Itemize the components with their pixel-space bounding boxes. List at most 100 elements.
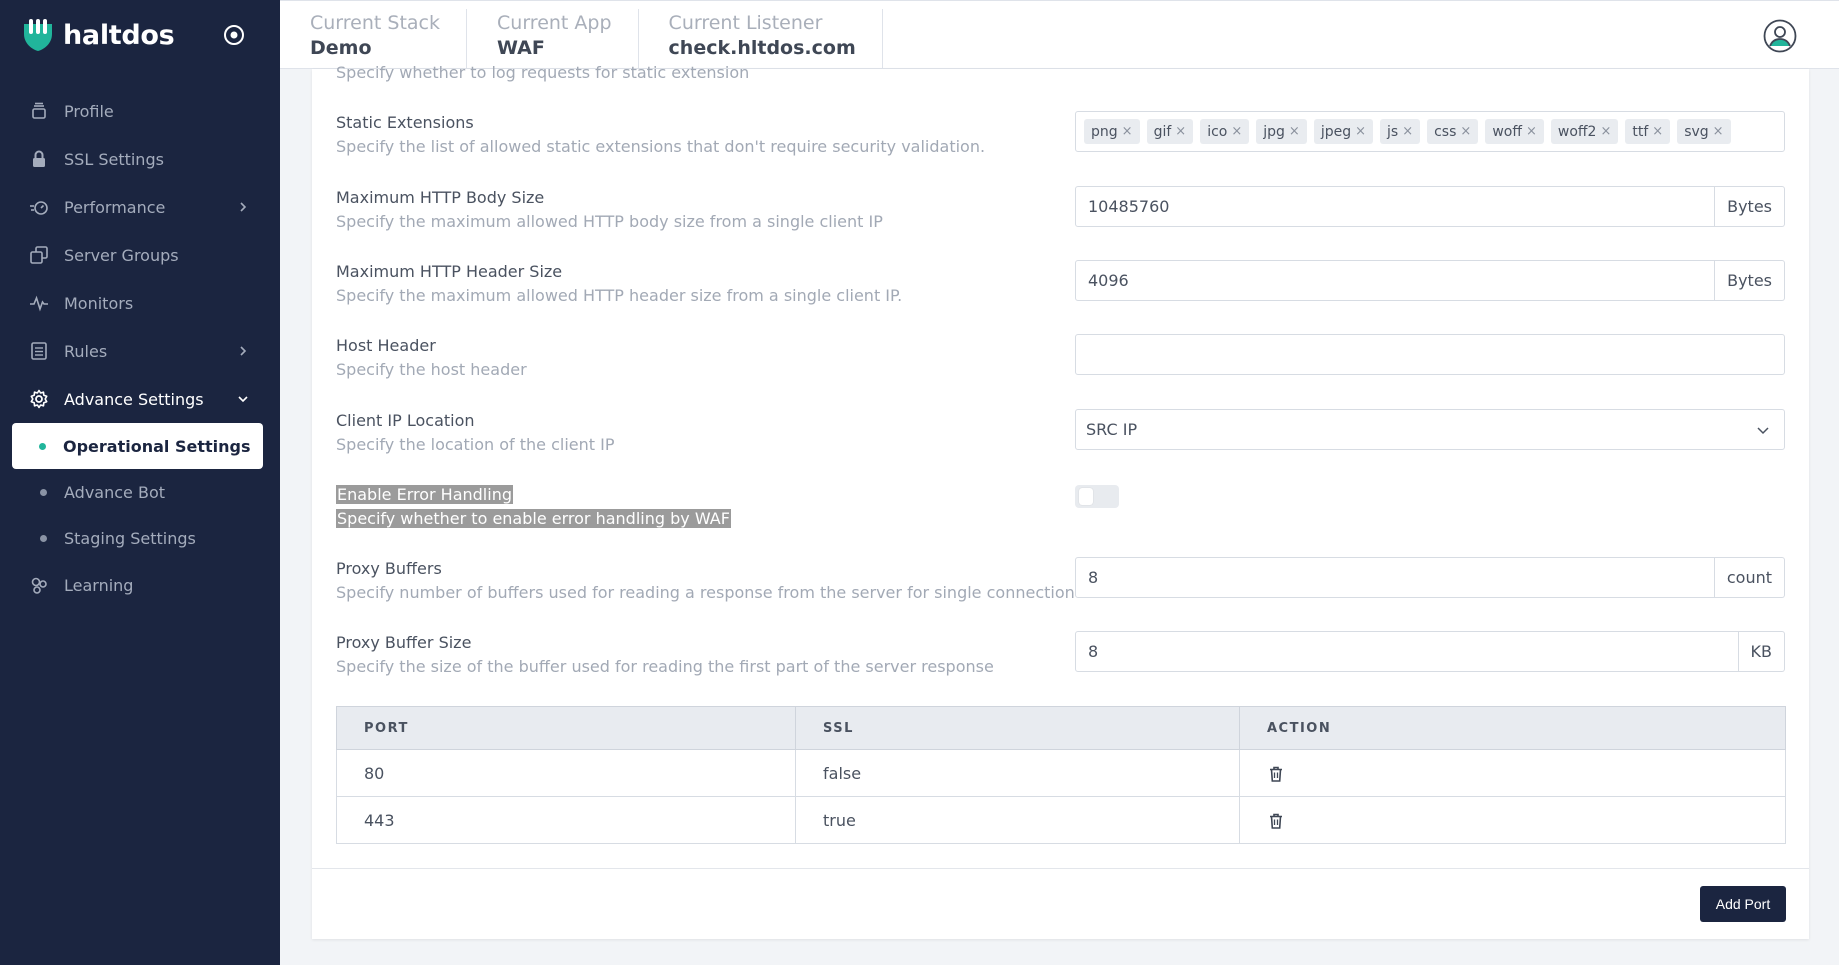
proxy-buffers-group: 8 count xyxy=(1075,557,1785,598)
tag-label: svg xyxy=(1684,123,1709,140)
static-extensions-tags[interactable]: png × gif × ico × jpg × jpeg × js × css × woff × woff2 × t… xyxy=(1075,111,1785,152)
chevron-right-icon xyxy=(240,202,247,212)
unit-addon: Bytes xyxy=(1715,260,1785,301)
chevron-down-icon xyxy=(238,396,248,403)
extension-tag[interactable]: woff × xyxy=(1485,119,1544,144)
footer-divider xyxy=(312,868,1809,869)
client-ip-select[interactable]: SRC IP xyxy=(1075,409,1785,450)
remove-tag-icon[interactable]: × xyxy=(1175,124,1186,139)
rules-list-icon xyxy=(29,341,49,361)
ports-table: PORT SSL ACTION 80 false 443 true xyxy=(336,706,1786,844)
sidebar-item-rules[interactable]: Rules xyxy=(0,327,280,375)
extension-tag[interactable]: jpg × xyxy=(1256,119,1307,144)
port-cell: 80 xyxy=(336,749,796,797)
remove-tag-icon[interactable]: × xyxy=(1460,124,1471,139)
extension-tag[interactable]: woff2 × xyxy=(1550,119,1619,144)
lock-icon xyxy=(29,149,49,169)
target-icon[interactable] xyxy=(223,24,245,46)
sidebar-item-ssl-settings[interactable]: SSL Settings xyxy=(0,135,280,183)
sidebar-subitem-label: Staging Settings xyxy=(64,528,196,548)
sidebar-item-label: Profile xyxy=(64,101,114,121)
unit-addon: Bytes xyxy=(1715,186,1785,227)
host-header-input[interactable] xyxy=(1075,334,1785,375)
sidebar-subitem-label: Operational Settings xyxy=(63,436,251,456)
extension-tag[interactable]: png × xyxy=(1084,119,1140,144)
body-size-input[interactable]: 10485760 xyxy=(1075,186,1716,227)
remove-tag-icon[interactable]: × xyxy=(1289,124,1300,139)
header-size-input[interactable]: 4096 xyxy=(1075,260,1716,301)
user-avatar-icon[interactable] xyxy=(1763,19,1797,53)
crumb-listener[interactable]: Current Listener check.hltdos.com xyxy=(639,9,883,69)
chevron-right-icon xyxy=(240,346,247,356)
crumb-app[interactable]: Current App WAF xyxy=(467,9,639,69)
remove-tag-icon[interactable]: × xyxy=(1355,124,1366,139)
extension-tag[interactable]: ttf × xyxy=(1625,119,1671,144)
haltdos-logo-icon xyxy=(24,19,52,51)
tag-label: gif xyxy=(1153,123,1172,140)
action-cell xyxy=(1239,749,1786,797)
crumb-value: Demo xyxy=(310,37,372,59)
sidebar-item-monitors[interactable]: Monitors xyxy=(0,279,280,327)
learning-icon xyxy=(29,575,49,595)
extension-tag[interactable]: jpeg × xyxy=(1313,119,1374,144)
crumb-stack[interactable]: Current Stack Demo xyxy=(280,9,468,69)
table-header-row: PORT SSL ACTION xyxy=(336,706,1786,750)
trash-icon[interactable] xyxy=(1267,812,1285,830)
settings-card: Specify whether to log requests for stat… xyxy=(312,63,1809,939)
sidebar-item-label: Performance xyxy=(64,197,166,217)
proxy-buffer-size-input[interactable]: 8 xyxy=(1075,631,1739,672)
extension-tag[interactable]: css × xyxy=(1427,119,1479,144)
add-port-button[interactable]: Add Port xyxy=(1700,886,1786,922)
field-description: Specify whether to enable error handling… xyxy=(336,509,731,528)
extension-tag[interactable]: gif × xyxy=(1146,119,1194,144)
table-row: 443 true xyxy=(336,796,1786,844)
proxy-buffer-size-group: 8 KB xyxy=(1075,631,1785,672)
sidebar-item-server-groups[interactable]: Server Groups xyxy=(0,231,280,279)
remove-tag-icon[interactable]: × xyxy=(1652,124,1663,139)
header-size-group: 4096 Bytes xyxy=(1075,260,1785,301)
toggle-knob xyxy=(1079,488,1093,505)
performance-icon xyxy=(29,197,49,217)
sidebar-item-performance[interactable]: Performance xyxy=(0,183,280,231)
crumb-label: Current Listener xyxy=(668,12,823,34)
proxy-buffers-input[interactable]: 8 xyxy=(1075,557,1715,598)
extension-tag[interactable]: ico × xyxy=(1200,119,1250,144)
remove-tag-icon[interactable]: × xyxy=(1600,124,1611,139)
sidebar-item-learning[interactable]: Learning xyxy=(0,561,280,609)
pulse-icon xyxy=(29,293,49,313)
sidebar: haltdos Profile SSL Settings Performance xyxy=(0,0,280,965)
body-size-group: 10485760 Bytes xyxy=(1075,186,1785,227)
sidebar-subitem-operational-settings[interactable]: Operational Settings xyxy=(12,423,263,469)
sidebar-subitem-staging-settings[interactable]: Staging Settings xyxy=(0,515,280,561)
tag-input[interactable]: png × gif × ico × jpg × jpeg × js × css × woff × woff2 × t… xyxy=(1075,111,1785,152)
sidebar-item-label: Rules xyxy=(64,341,108,361)
sidebar-item-label: Server Groups xyxy=(64,245,179,265)
sidebar-subitem-advance-bot[interactable]: Advance Bot xyxy=(0,469,280,515)
extension-tag[interactable]: js × xyxy=(1380,119,1421,144)
extension-tag[interactable]: svg × xyxy=(1677,119,1731,144)
sidebar-item-label: SSL Settings xyxy=(64,149,164,169)
row-static-log: Specify whether to log requests for stat… xyxy=(336,61,1786,85)
crumb-value: WAF xyxy=(497,37,545,59)
tag-label: png xyxy=(1091,123,1118,140)
action-cell xyxy=(1239,796,1786,844)
sidebar-item-advance-settings[interactable]: Advance Settings xyxy=(0,375,280,423)
remove-tag-icon[interactable]: × xyxy=(1231,124,1242,139)
error-handling-toggle[interactable] xyxy=(1075,485,1119,508)
tag-label: ico xyxy=(1207,123,1228,140)
brand[interactable]: haltdos xyxy=(0,0,280,70)
profile-stack-icon xyxy=(29,101,49,121)
sidebar-item-profile[interactable]: Profile xyxy=(0,87,280,135)
crumb-value: check.hltdos.com xyxy=(668,37,856,59)
sidebar-subitem-label: Advance Bot xyxy=(64,482,165,502)
tag-label: woff2 xyxy=(1557,123,1597,140)
table-row: 80 false xyxy=(336,749,1786,797)
gear-icon xyxy=(29,389,49,409)
remove-tag-icon[interactable]: × xyxy=(1402,124,1413,139)
trash-icon[interactable] xyxy=(1267,765,1285,783)
remove-tag-icon[interactable]: × xyxy=(1526,124,1537,139)
remove-tag-icon[interactable]: × xyxy=(1122,124,1133,139)
dot-icon xyxy=(40,488,47,496)
remove-tag-icon[interactable]: × xyxy=(1713,124,1724,139)
tag-label: css xyxy=(1434,123,1457,140)
